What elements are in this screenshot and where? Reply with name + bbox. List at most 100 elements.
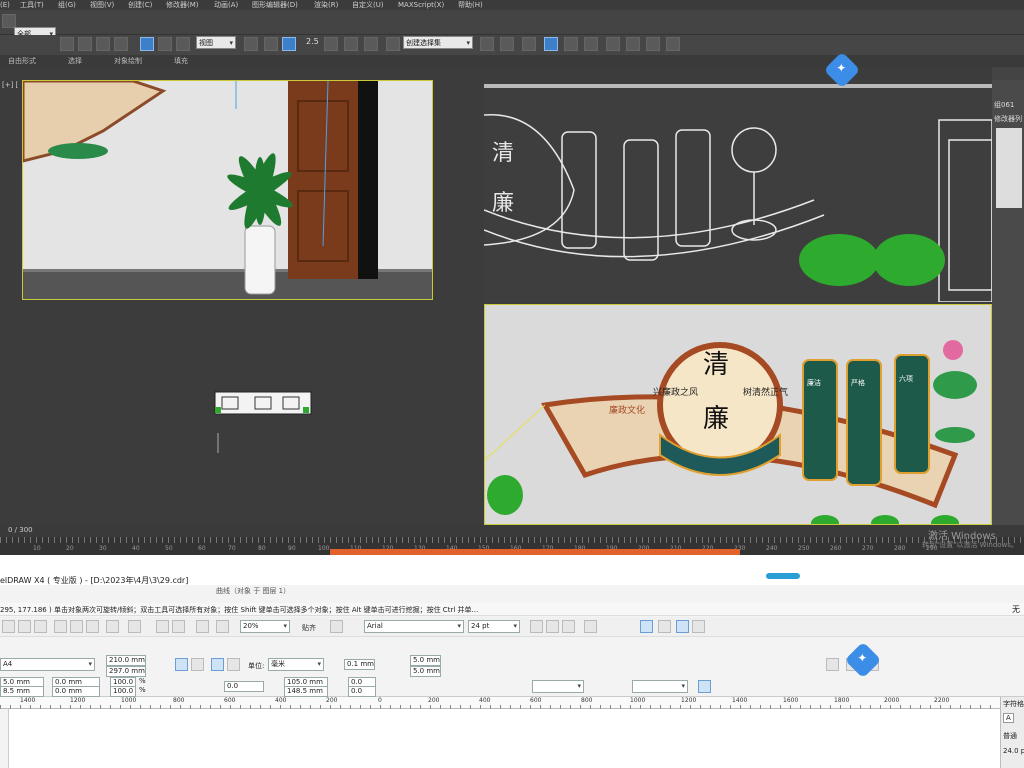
page-size-dropdown[interactable]: A4 (0, 658, 95, 671)
copy-icon[interactable] (70, 620, 83, 633)
pos-y-input[interactable]: 8.5 mm (0, 686, 44, 697)
viewport-camera-render[interactable]: 清 廉 兴廉政之风 树清然正气 廉政文化 廉洁 严格 六项 (484, 304, 992, 525)
modifier-stack[interactable] (996, 128, 1022, 208)
dup-distance-y-input[interactable]: 5.0 mm (410, 666, 441, 677)
vertical-text-icon[interactable] (692, 620, 705, 633)
underline-icon[interactable] (562, 620, 575, 633)
current-page-icon[interactable] (227, 658, 240, 671)
move-icon[interactable] (140, 37, 154, 51)
modifier-list-dropdown[interactable]: 修改器列 (994, 114, 1022, 124)
angle-snap-icon[interactable] (324, 37, 338, 51)
page-width-input[interactable]: 210.0 mm (106, 655, 146, 666)
named-selection-dropdown[interactable]: 创建选择集 (403, 36, 473, 49)
undo-icon[interactable] (2, 14, 16, 28)
menu-edit[interactable]: (E) (0, 0, 10, 10)
landscape-icon[interactable] (191, 658, 204, 671)
rendered-frame-icon[interactable] (646, 37, 660, 51)
rect-select-icon[interactable] (96, 37, 110, 51)
align-icon[interactable] (500, 37, 514, 51)
render-icon[interactable] (666, 37, 680, 51)
play-icon[interactable] (826, 658, 839, 671)
pivot-icon[interactable] (244, 37, 258, 51)
char-format-icon[interactable] (640, 620, 653, 633)
mirror-icon[interactable] (480, 37, 494, 51)
layer-manager-icon[interactable] (522, 37, 536, 51)
print-icon[interactable] (34, 620, 47, 633)
new-icon[interactable] (2, 620, 15, 633)
docker-font-field[interactable]: A (1003, 713, 1014, 723)
options-icon[interactable] (330, 620, 343, 633)
viewport-front-wireframe[interactable]: 清 廉 (484, 80, 992, 302)
schematic-view-icon[interactable] (584, 37, 598, 51)
bold-icon[interactable] (530, 620, 543, 633)
skew-y-input[interactable]: 0.0 (348, 686, 376, 697)
spinner-snap-icon[interactable] (364, 37, 378, 51)
export-icon[interactable] (172, 620, 185, 633)
redo-icon[interactable] (128, 620, 141, 633)
docker-size-field[interactable]: 24.0 pt (1003, 747, 1024, 755)
portrait-icon[interactable] (175, 658, 188, 671)
viewport-label[interactable]: [+] [ (2, 81, 18, 89)
center-y-input[interactable]: 148.5 mm (284, 686, 328, 697)
zoom-dropdown[interactable]: 20% (240, 620, 290, 633)
dup-distance-x-input[interactable]: 5.0 mm (410, 655, 441, 666)
tab-populate[interactable]: 填充 (174, 55, 188, 67)
window-crossing-icon[interactable] (114, 37, 128, 51)
menu-animation[interactable]: 动画(A) (214, 0, 238, 10)
scene-explorer-icon[interactable] (544, 37, 558, 51)
menu-rendering[interactable]: 渲染(R) (314, 0, 338, 10)
ref-coord-dropdown[interactable]: 视图 (196, 36, 236, 49)
undo-icon[interactable] (106, 620, 119, 633)
italic-icon[interactable] (546, 620, 559, 633)
select-manipulate-icon[interactable] (264, 37, 278, 51)
menu-tools[interactable]: 工具(T) (20, 0, 44, 10)
save-icon[interactable] (18, 620, 31, 633)
cut-icon[interactable] (54, 620, 67, 633)
viewport-top[interactable] (0, 303, 482, 525)
wrap-text-icon[interactable] (698, 680, 711, 693)
menu-group[interactable]: 组(G) (58, 0, 76, 10)
rotation-angle-input[interactable]: 0.0 (224, 681, 264, 692)
all-pages-icon[interactable] (211, 658, 224, 671)
horizontal-text-icon[interactable] (676, 620, 689, 633)
keyboard-shortcut-icon[interactable] (282, 37, 296, 51)
nudge-input[interactable]: 0.1 mm (344, 659, 375, 670)
material-editor-icon[interactable] (606, 37, 620, 51)
menu-create[interactable]: 创建(C) (128, 0, 152, 10)
menu-view[interactable]: 视图(V) (90, 0, 114, 10)
docker-style-field[interactable]: 普通 (1003, 731, 1017, 741)
select-by-name-icon[interactable] (78, 37, 92, 51)
tab-freeform[interactable]: 自由形式 (8, 55, 36, 67)
snap-to-dropdown[interactable]: 贴齐 (302, 623, 316, 633)
tab-object-paint[interactable]: 对象绘制 (114, 55, 142, 67)
menu-help[interactable]: 帮助(H) (458, 0, 483, 10)
curve-editor-icon[interactable] (564, 37, 578, 51)
viewport-perspective[interactable] (22, 80, 433, 300)
import-icon[interactable] (156, 620, 169, 633)
drawing-canvas[interactable] (8, 709, 1000, 768)
object-name-field[interactable]: 组061 (994, 100, 1014, 110)
rotate-icon[interactable] (158, 37, 172, 51)
tab-selection[interactable]: 选择 (68, 55, 82, 67)
units-dropdown[interactable]: 毫米 (268, 658, 324, 671)
menu-modifiers[interactable]: 修改器(M) (166, 0, 199, 10)
edit-text-icon[interactable] (658, 620, 671, 633)
app-launcher-icon[interactable] (196, 620, 209, 633)
time-slider[interactable]: 0 / 300 (0, 525, 1024, 537)
font-dropdown[interactable]: Arial (364, 620, 464, 633)
menu-maxscript[interactable]: MAXScript(X) (398, 0, 444, 10)
render-setup-icon[interactable] (626, 37, 640, 51)
percent-snap-icon[interactable] (344, 37, 358, 51)
align-text-icon[interactable] (584, 620, 597, 633)
menu-customize[interactable]: 自定义(U) (352, 0, 384, 10)
scale-y-input[interactable]: 100.0 (110, 686, 136, 697)
page-height-input[interactable]: 297.0 mm (106, 666, 146, 677)
select-object-icon[interactable] (60, 37, 74, 51)
welcome-icon[interactable] (216, 620, 229, 633)
fill-dropdown[interactable] (632, 680, 688, 693)
size-h-input[interactable]: 0.0 mm (52, 686, 100, 697)
font-size-dropdown[interactable]: 24 pt (468, 620, 520, 633)
outline-width-dropdown[interactable] (532, 680, 584, 693)
menu-graph-editors[interactable]: 图形编辑器(D) (252, 0, 298, 10)
scale-icon[interactable] (176, 37, 190, 51)
